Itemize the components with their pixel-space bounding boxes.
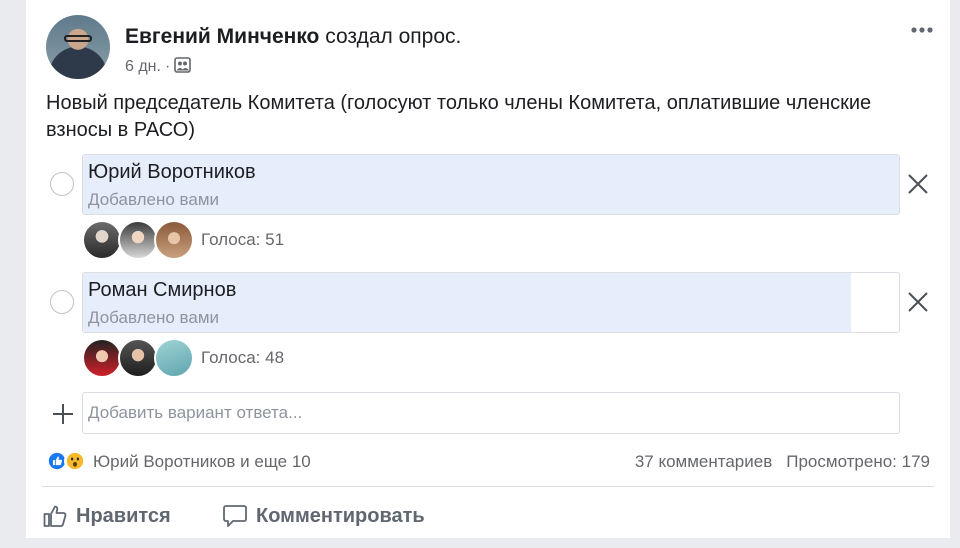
- group-icon[interactable]: [174, 57, 192, 78]
- actions-divider: [42, 486, 934, 487]
- post-stats: 37 комментариев Просмотрено: 179: [635, 452, 930, 472]
- poll-option-added-by: Добавлено вами: [88, 190, 220, 209]
- thumbs-up-icon: [43, 505, 67, 527]
- post-time[interactable]: 6 дн.: [125, 58, 161, 75]
- like-label: Нравится: [76, 505, 171, 527]
- poll-option-added-by: Добавлено вами: [88, 308, 220, 327]
- voter-avatar[interactable]: [82, 220, 122, 260]
- voter-avatar[interactable]: [154, 338, 194, 378]
- voter-avatar[interactable]: [154, 220, 194, 260]
- comment-label: Комментировать: [256, 505, 425, 527]
- author-name[interactable]: Евгений Минченко: [125, 25, 319, 48]
- meta-separator: ·: [164, 58, 171, 75]
- avatar-glasses: [64, 35, 92, 42]
- voter-avatar[interactable]: [118, 220, 158, 260]
- comment-icon: [223, 505, 247, 527]
- poll-radio[interactable]: [50, 290, 74, 314]
- author-line: Евгений Минченко создал опрос.: [125, 25, 461, 49]
- add-option-row: [48, 392, 938, 436]
- poll-option-name: Роман Смирнов: [88, 279, 237, 301]
- more-options-icon[interactable]: [908, 23, 938, 37]
- voter-avatar[interactable]: [82, 338, 122, 378]
- author-avatar[interactable]: [46, 15, 110, 79]
- votes-count[interactable]: Голоса: 48: [201, 348, 284, 368]
- voter-avatar[interactable]: [118, 338, 158, 378]
- like-button[interactable]: Нравится: [42, 496, 192, 536]
- poll-option: Роман Смирнов Добавлено вами: [48, 272, 938, 334]
- post-meta: 6 дн. ·: [125, 57, 192, 78]
- votes-count[interactable]: Голоса: 51: [201, 230, 284, 250]
- poll-option-box[interactable]: Юрий Воротников Добавлено вами: [82, 154, 900, 215]
- reactors-text: Юрий Воротников и еще 10: [93, 452, 311, 471]
- poll-radio[interactable]: [50, 172, 74, 196]
- wow-icon: [64, 450, 86, 472]
- post-header: Евгений Минченко создал опрос. 6 дн. ·: [46, 15, 936, 85]
- poll-option-box[interactable]: Роман Смирнов Добавлено вами: [82, 272, 900, 333]
- comments-count[interactable]: 37 комментариев: [635, 452, 772, 471]
- author-action: создал опрос.: [325, 25, 462, 48]
- remove-option-icon[interactable]: [906, 290, 930, 314]
- plus-icon[interactable]: [51, 402, 75, 426]
- post-text: Новый председатель Комитета (голосуют то…: [46, 92, 872, 141]
- poll-option-name: Юрий Воротников: [88, 161, 256, 183]
- remove-option-icon[interactable]: [906, 172, 930, 196]
- comment-button[interactable]: Комментировать: [222, 496, 462, 536]
- post-card: Евгений Минченко создал опрос. 6 дн. · Но…: [26, 0, 950, 538]
- poll-option: Юрий Воротников Добавлено вами: [48, 154, 938, 216]
- add-option-input[interactable]: [82, 392, 900, 434]
- views-count[interactable]: Просмотрено: 179: [786, 452, 930, 471]
